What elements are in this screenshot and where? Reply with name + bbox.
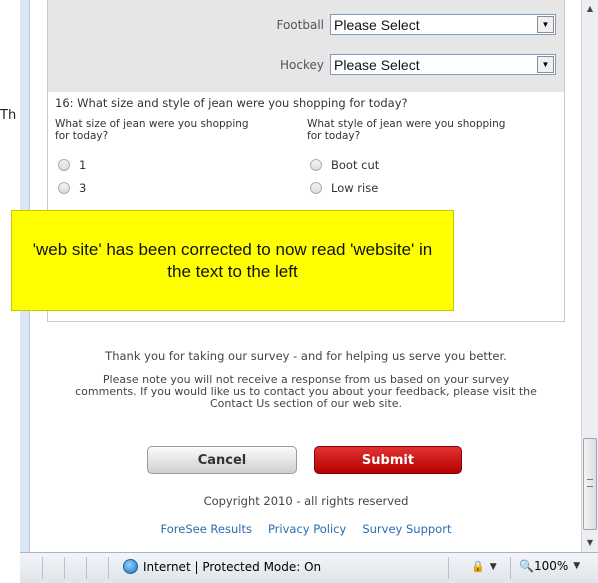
security-zone[interactable]: Internet | Protected Mode: On	[123, 559, 321, 574]
lock-icon: 🔒	[471, 560, 485, 573]
status-divider	[510, 557, 511, 579]
hockey-select[interactable]: Please Select ▼	[330, 54, 556, 75]
thank-you-text: Thank you for taking our survey - and fo…	[105, 349, 507, 363]
style-option[interactable]: Boot cut	[310, 158, 379, 172]
style-option[interactable]: Low rise	[310, 181, 378, 195]
status-divider	[448, 557, 449, 579]
privacy-policy-link[interactable]: Privacy Policy	[268, 522, 346, 536]
zoom-control[interactable]: 🔍 100% ▼	[519, 559, 580, 573]
football-select[interactable]: Please Select ▼	[330, 14, 556, 35]
option-label: Boot cut	[331, 158, 380, 172]
status-bar: Internet | Protected Mode: On 🔒 ▼ 🔍 100%…	[20, 552, 598, 583]
football-row: Football Please Select ▼	[276, 14, 556, 35]
note-text: 'web site' has been corrected to now rea…	[32, 239, 433, 281]
response-notice: Please note you will not receive a respo…	[75, 373, 537, 410]
size-option[interactable]: 1	[58, 158, 86, 172]
zoom-level: 100%	[533, 559, 569, 573]
scroll-grip-icon	[587, 479, 593, 487]
scroll-down-arrow-icon[interactable]: ▼	[582, 534, 598, 551]
option-label: 3	[79, 181, 87, 195]
radio-button[interactable]	[58, 159, 70, 171]
chevron-down-icon: ▼	[573, 561, 581, 571]
football-label: Football	[276, 17, 324, 32]
football-select-value: Please Select	[334, 16, 420, 33]
chevron-down-icon[interactable]: ▼	[537, 56, 554, 73]
status-divider	[42, 557, 43, 579]
radio-button[interactable]	[310, 159, 322, 171]
protected-mode-button[interactable]: 🔒 ▼	[471, 560, 497, 573]
scroll-up-arrow-icon[interactable]: ▲	[582, 0, 598, 17]
magnifier-icon: 🔍	[519, 559, 534, 573]
scroll-thumb[interactable]	[583, 438, 597, 530]
partial-left-text: Th	[0, 108, 17, 123]
size-option[interactable]: 3	[58, 181, 86, 195]
hockey-row: Hockey Please Select ▼	[280, 54, 556, 75]
cancel-button[interactable]: Cancel	[147, 446, 297, 474]
vertical-scrollbar[interactable]: ▲ ▼	[581, 0, 598, 552]
submit-button[interactable]: Submit	[314, 446, 462, 474]
status-divider	[86, 557, 87, 579]
annotation-note: 'web site' has been corrected to now rea…	[11, 210, 454, 311]
size-header: What size of jean were you shopping for …	[55, 118, 249, 142]
sports-select-panel: Football Please Select ▼ Hockey Please S…	[47, 0, 565, 92]
radio-button[interactable]	[310, 182, 322, 194]
zone-label: Internet | Protected Mode: On	[143, 559, 322, 574]
option-label: Low rise	[331, 181, 379, 195]
hockey-select-value: Please Select	[334, 56, 420, 73]
hockey-label: Hockey	[280, 57, 324, 72]
browser-window: Th Football Please Select ▼ Hockey Pleas…	[0, 0, 598, 583]
chevron-down-icon: ▼	[489, 561, 497, 572]
status-divider	[108, 557, 109, 579]
style-header: What style of jean were you shopping for…	[307, 118, 506, 142]
survey-support-link[interactable]: Survey Support	[362, 522, 451, 536]
status-divider	[64, 557, 65, 579]
option-label: 1	[79, 158, 87, 172]
copyright-text: Copyright 2010 - all rights reserved	[203, 494, 409, 508]
footer-links: ForeSee Results Privacy Policy Survey Su…	[31, 522, 581, 536]
foresee-results-link[interactable]: ForeSee Results	[161, 522, 252, 536]
radio-button[interactable]	[58, 182, 70, 194]
question-title: 16: What size and style of jean were you…	[55, 96, 408, 110]
globe-icon	[123, 559, 138, 574]
chevron-down-icon[interactable]: ▼	[537, 16, 554, 33]
